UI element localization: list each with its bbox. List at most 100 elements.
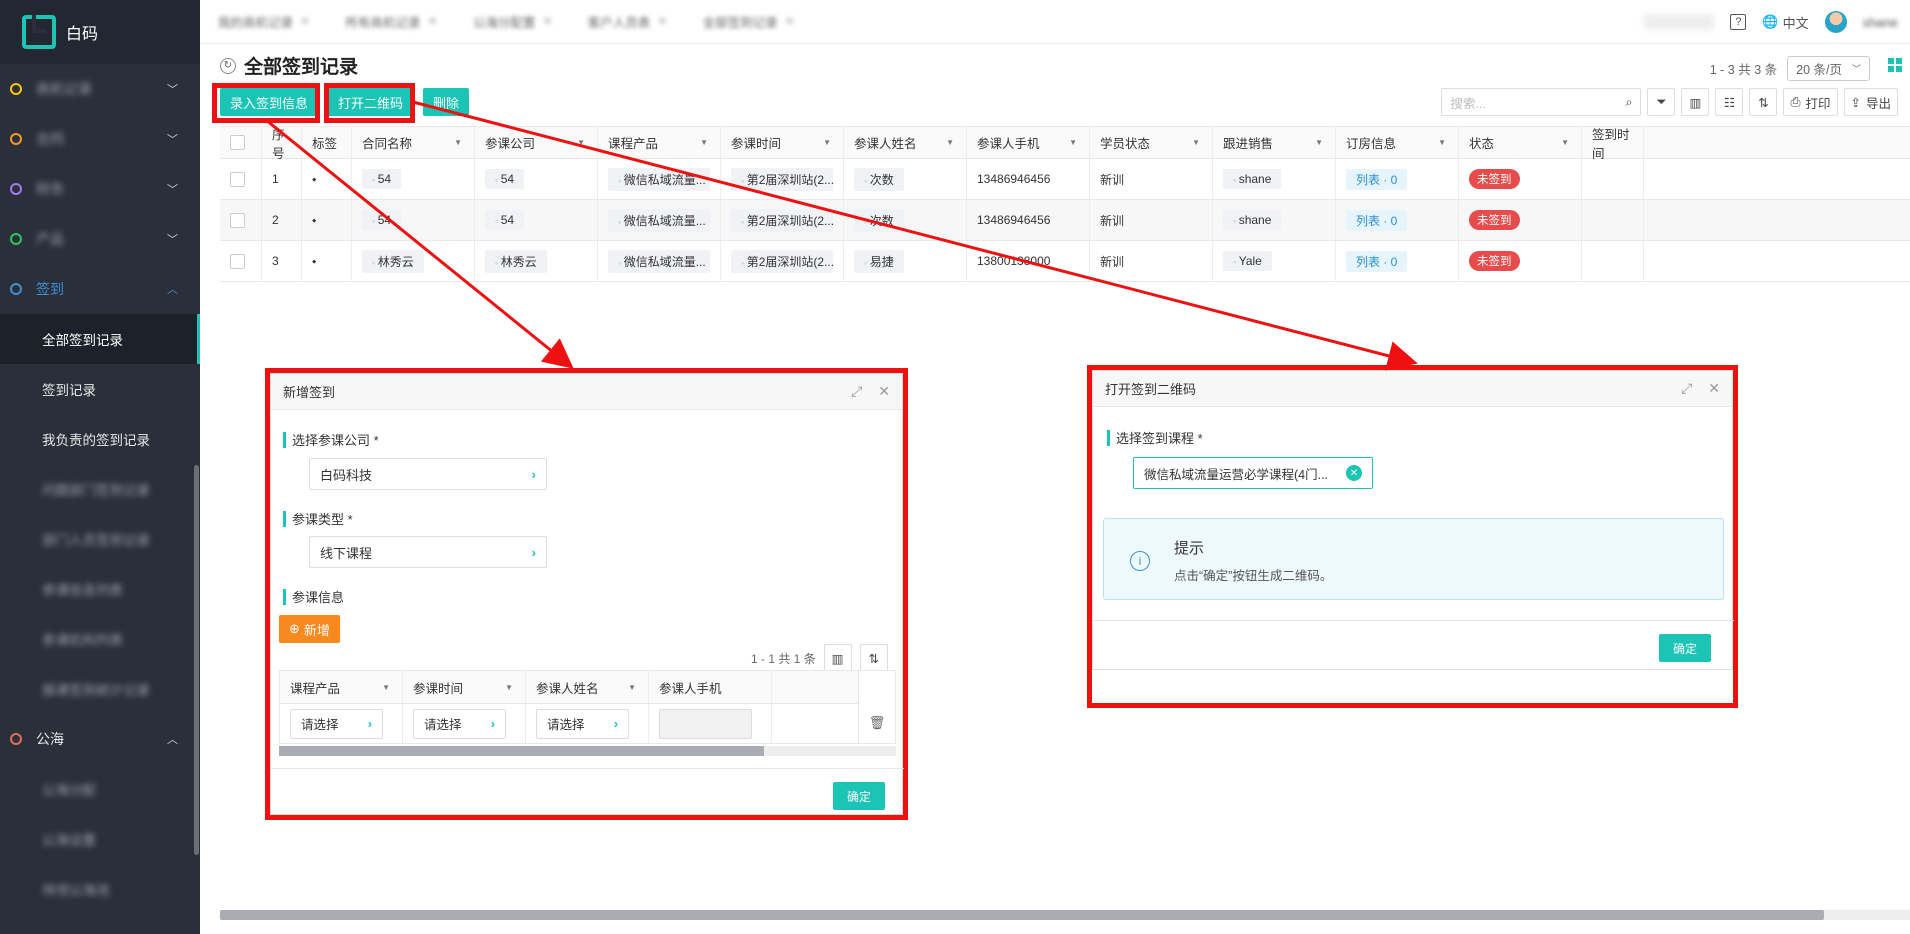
close-icon[interactable]: ⊗ bbox=[786, 16, 794, 27]
close-icon[interactable]: ⊗ bbox=[428, 16, 436, 27]
tab-item[interactable]: 我的商机记录 ⊗ bbox=[200, 0, 327, 44]
sub-cell-select[interactable] bbox=[659, 708, 752, 739]
settings-icon[interactable]: ☷ bbox=[1715, 88, 1744, 116]
chart-icon[interactable]: ▥ bbox=[1681, 88, 1710, 116]
column-header[interactable]: 合同名称 bbox=[352, 127, 475, 158]
sidebar-item[interactable]: 公海分配 bbox=[0, 764, 200, 814]
qr-dialog-ok-button[interactable]: 确定 bbox=[1659, 634, 1712, 662]
booking-list-link[interactable]: 列表 · 0 bbox=[1346, 250, 1408, 272]
sidebar-group-public[interactable]: 公海 ︿ bbox=[0, 714, 200, 764]
sidebar-group[interactable]: 合同 ﹀ bbox=[0, 114, 200, 164]
tag-icon[interactable]: ⬩ bbox=[312, 254, 316, 269]
maximize-icon[interactable]: ⤢ bbox=[851, 383, 862, 400]
column-header[interactable]: 学员状态 bbox=[1090, 127, 1213, 158]
sort-icon[interactable]: ⇅ bbox=[859, 644, 888, 672]
grid-view-icon[interactable] bbox=[1888, 58, 1902, 72]
print-button[interactable]: ⎙ 打印 bbox=[1783, 88, 1838, 116]
tag-icon[interactable]: ⬩ bbox=[312, 172, 316, 187]
table-row[interactable]: 1 ⬩ 54 54 微信私域流量... 第2届深圳站(2... 次数 13486946456 新… bbox=[220, 159, 1910, 200]
tab-item[interactable]: 客户人员表 ⊗ bbox=[570, 0, 685, 44]
select-all-checkbox[interactable] bbox=[230, 135, 245, 150]
close-icon[interactable]: ⊗ bbox=[658, 16, 666, 27]
sub-cell-select[interactable]: 请选择 › bbox=[290, 708, 383, 739]
sidebar-group[interactable]: 商机记录 ﹀ bbox=[0, 64, 200, 114]
sub-column-header[interactable]: 参课人姓名 ▼ bbox=[526, 671, 649, 703]
sort-icon[interactable]: ⇅ bbox=[1749, 88, 1778, 116]
sidebar-group[interactable]: 财务 ﹀ bbox=[0, 164, 200, 214]
sidebar-item[interactable]: 公海设置 bbox=[0, 814, 200, 864]
column-header[interactable]: 参课时间 bbox=[721, 127, 844, 158]
table-row[interactable]: 2 ⬩ 54 54 微信私域流量... 第2届深圳站(2... 次数 13486946456 新… bbox=[220, 200, 1910, 241]
column-header[interactable]: 序号 bbox=[262, 127, 302, 161]
chart-icon[interactable]: ▥ bbox=[823, 644, 852, 672]
booking-list-link[interactable]: 列表 · 0 bbox=[1346, 168, 1408, 190]
cell-company-value: 林秀云 bbox=[485, 249, 547, 273]
tab-item[interactable]: 公海分配置 ⊗ bbox=[455, 0, 570, 44]
trash-icon[interactable]: 🗑 bbox=[858, 670, 896, 744]
sub-column-header[interactable]: 课程产品 ▼ bbox=[280, 671, 403, 703]
sidebar-item[interactable]: 问题部门签到记录 bbox=[0, 464, 200, 514]
close-icon[interactable]: ⊗ bbox=[543, 16, 551, 27]
pager-summary: 1 - 3 共 3 条 bbox=[1709, 63, 1778, 77]
close-icon[interactable]: ✕ bbox=[1708, 380, 1720, 397]
booking-list-link[interactable]: 列表 · 0 bbox=[1346, 209, 1408, 231]
sub-cell-select[interactable]: 请选择 › bbox=[413, 708, 506, 739]
column-header[interactable]: 标签 bbox=[302, 127, 352, 158]
table-horizontal-scrollbar[interactable] bbox=[220, 910, 1910, 920]
sidebar-item[interactable]: 参课信息列表 bbox=[0, 564, 200, 614]
close-icon[interactable]: ✕ bbox=[878, 383, 890, 400]
add-row-button[interactable]: ⊕ 新增 bbox=[279, 615, 340, 643]
user-name[interactable]: shane bbox=[1863, 15, 1898, 30]
language-label: 中文 bbox=[1782, 15, 1809, 31]
info-label: 参课信息 bbox=[283, 587, 344, 606]
sub-column-header[interactable]: 参课时间 ▼ bbox=[403, 671, 526, 703]
close-icon[interactable]: ⊗ bbox=[301, 16, 309, 27]
clear-icon[interactable]: ✕ bbox=[1346, 465, 1362, 481]
sub-column-header[interactable]: 参课人手机 bbox=[649, 671, 772, 703]
tab-item[interactable]: 全部签到记录 ⊗ bbox=[685, 0, 812, 44]
column-header[interactable]: 参课人姓名 bbox=[844, 127, 967, 158]
column-header[interactable]: 跟进销售 bbox=[1213, 127, 1336, 158]
language-switch[interactable]: 🌐 中文 bbox=[1762, 13, 1808, 32]
column-header[interactable]: 状态 bbox=[1459, 127, 1582, 158]
add-dialog-ok-button[interactable]: 确定 bbox=[833, 782, 886, 810]
type-select[interactable]: 线下课程 › bbox=[309, 536, 547, 568]
sidebar-group-signin[interactable]: 签到 ︿ bbox=[0, 264, 200, 314]
sidebar-item-my-signin[interactable]: 我负责的签到记录 bbox=[0, 414, 200, 464]
sidebar-item[interactable]: 待领公海池 bbox=[0, 864, 200, 914]
avatar[interactable] bbox=[1824, 11, 1847, 33]
cell-student-status: 新训 bbox=[1090, 241, 1213, 281]
maximize-icon[interactable]: ⤢ bbox=[1681, 380, 1692, 397]
select-all-cell[interactable] bbox=[220, 127, 262, 158]
column-header[interactable]: 参课人手机 bbox=[967, 127, 1090, 158]
sidebar-item[interactable]: 报课签到统计记录 bbox=[0, 664, 200, 714]
sidebar-item-all-signin[interactable]: 全部签到记录 bbox=[0, 314, 200, 364]
filter-icon[interactable]: ⏷ bbox=[1647, 88, 1676, 116]
group-dot-icon bbox=[10, 233, 22, 245]
tab-item[interactable]: 所有商机记录 ⊗ bbox=[327, 0, 454, 44]
column-header[interactable]: 课程产品 bbox=[598, 127, 721, 158]
search-input[interactable]: 搜索... ⌕ bbox=[1441, 88, 1642, 116]
column-header[interactable]: 签到时间 bbox=[1582, 127, 1644, 161]
export-button[interactable]: ⇪ 导出 bbox=[1843, 88, 1898, 116]
row-checkbox[interactable] bbox=[230, 212, 245, 228]
sidebar-item[interactable]: 参课机构列表 bbox=[0, 614, 200, 664]
table-row[interactable]: 3 ⬩ 林秀云 林秀云 微信私域流量... 第2届深圳站(2... 易捷 1380013800… bbox=[220, 241, 1910, 282]
help-icon[interactable]: ? bbox=[1730, 14, 1747, 30]
column-header[interactable]: 订房信息 bbox=[1336, 127, 1459, 158]
sidebar-group[interactable]: 产品 ﹀ bbox=[0, 214, 200, 264]
company-select[interactable]: 白码科技 › bbox=[309, 458, 547, 490]
sub-table-scrollbar[interactable] bbox=[279, 746, 896, 756]
course-select[interactable]: 微信私域流量运营必学课程(4门... ✕ bbox=[1133, 457, 1373, 489]
column-header[interactable]: 参课公司 bbox=[475, 127, 598, 158]
sidebar-scrollbar[interactable] bbox=[194, 465, 199, 855]
sidebar-item-signin-records[interactable]: 签到记录 bbox=[0, 364, 200, 414]
sub-cell-select[interactable]: 请选择 › bbox=[536, 708, 629, 739]
row-checkbox[interactable] bbox=[230, 171, 245, 187]
row-checkbox[interactable] bbox=[230, 253, 245, 269]
page-size-select[interactable]: 20 条/页 ﹀ bbox=[1787, 56, 1870, 81]
refresh-icon[interactable]: ↻ bbox=[220, 57, 236, 74]
sidebar-item[interactable]: 部门人员签到记录 bbox=[0, 514, 200, 564]
delete-button[interactable]: 删除 bbox=[423, 88, 470, 116]
tag-icon[interactable]: ⬩ bbox=[312, 213, 316, 228]
